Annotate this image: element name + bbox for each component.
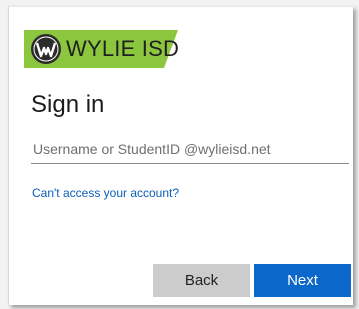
brand-logo: WYLIE ISD	[24, 30, 180, 68]
school-emblem-icon	[31, 34, 61, 64]
next-button[interactable]: Next	[254, 264, 351, 297]
signin-card: WYLIE ISD Sign in Can't access your acco…	[8, 6, 353, 305]
cant-access-account-link[interactable]: Can't access your account?	[32, 185, 179, 201]
page-title: Sign in	[31, 91, 105, 118]
page-background: WYLIE ISD Sign in Can't access your acco…	[0, 0, 359, 309]
back-button[interactable]: Back	[153, 264, 250, 297]
brand-name: WYLIE ISD	[66, 36, 180, 61]
username-input[interactable]	[31, 134, 349, 164]
